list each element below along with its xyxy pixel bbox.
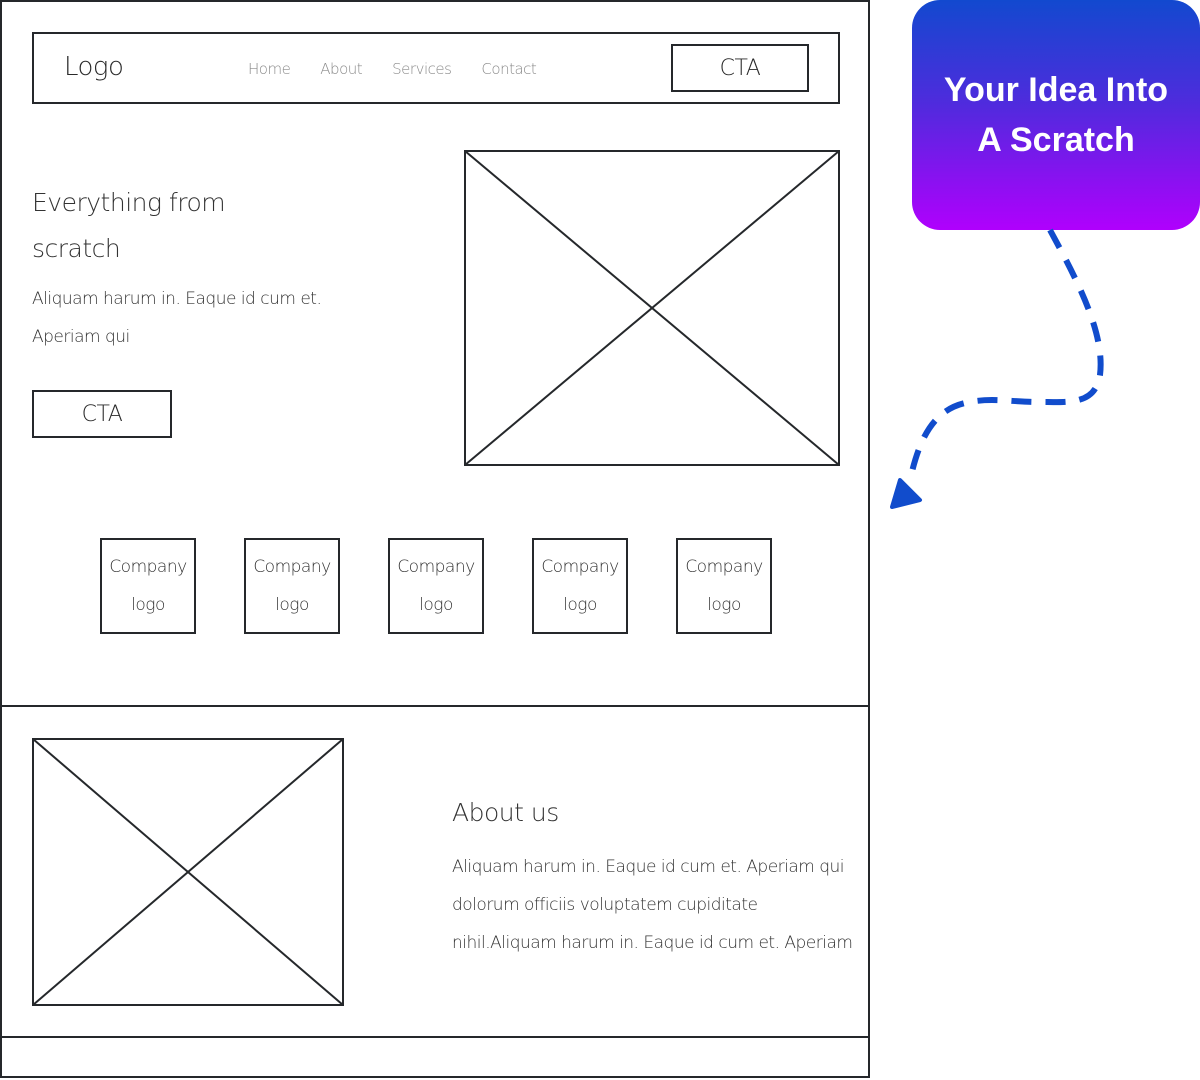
about-text-line-3: nihil.Aliquam harum in. Eaque id cum et.…	[452, 933, 853, 953]
about-text-line-2: dolorum officiis voluptatem cupiditate	[452, 895, 758, 915]
company-logo: Company logo	[676, 538, 772, 634]
callout-line-2: A Scratch	[977, 121, 1135, 159]
callout-badge: Your Idea Into A Scratch	[912, 0, 1200, 230]
company-logo-label: logo	[275, 595, 309, 615]
company-logo: Company logo	[100, 538, 196, 634]
company-logo-label: Company	[109, 557, 187, 577]
hero-cta-button[interactable]: CTA	[32, 390, 172, 438]
section-divider	[0, 705, 870, 707]
company-logo: Company logo	[244, 538, 340, 634]
nav-cta-button[interactable]: CTA	[671, 44, 809, 92]
company-logo-label: logo	[131, 595, 165, 615]
nav-bar: Logo Home About Services Contact CTA	[32, 32, 840, 104]
footer-divider	[0, 1036, 870, 1038]
company-logo-label: Company	[397, 557, 475, 577]
image-placeholder-icon	[32, 738, 344, 1006]
hero-title-line-2: scratch	[32, 234, 121, 263]
hero-text: Aliquam harum in. Eaque id cum et. Aperi…	[32, 280, 352, 356]
image-placeholder-icon	[464, 150, 840, 466]
callout-line-1: Your Idea Into	[943, 71, 1169, 109]
company-logo: Company logo	[532, 538, 628, 634]
company-logo-label: logo	[563, 595, 597, 615]
dashed-arrow-icon	[880, 225, 1120, 519]
hero-title-line-1: Everything from	[32, 188, 226, 217]
company-logo: Company logo	[388, 538, 484, 634]
hero-title: Everything from scratch	[32, 180, 332, 272]
about-text-line-1: Aliquam harum in. Eaque id cum et. Aperi…	[452, 857, 845, 877]
nav-link-home[interactable]: Home	[248, 60, 291, 78]
hero-text-line-1: Aliquam harum in. Eaque id cum et.	[32, 289, 322, 309]
hero-text-line-2: Aperiam qui	[32, 327, 130, 347]
about-text: Aliquam harum in. Eaque id cum et. Aperi…	[452, 848, 853, 962]
company-logo-label: Company	[253, 557, 331, 577]
company-logo-label: Company	[685, 557, 763, 577]
company-logo-label: Company	[541, 557, 619, 577]
logo[interactable]: Logo	[64, 52, 124, 82]
company-logo-label: logo	[707, 595, 741, 615]
nav-link-contact[interactable]: Contact	[481, 60, 536, 78]
nav-link-services[interactable]: Services	[392, 60, 452, 78]
about-title: About us	[452, 798, 559, 827]
company-logo-label: logo	[419, 595, 453, 615]
nav-link-about[interactable]: About	[320, 60, 362, 78]
nav-links: Home About Services Contact	[248, 60, 537, 78]
